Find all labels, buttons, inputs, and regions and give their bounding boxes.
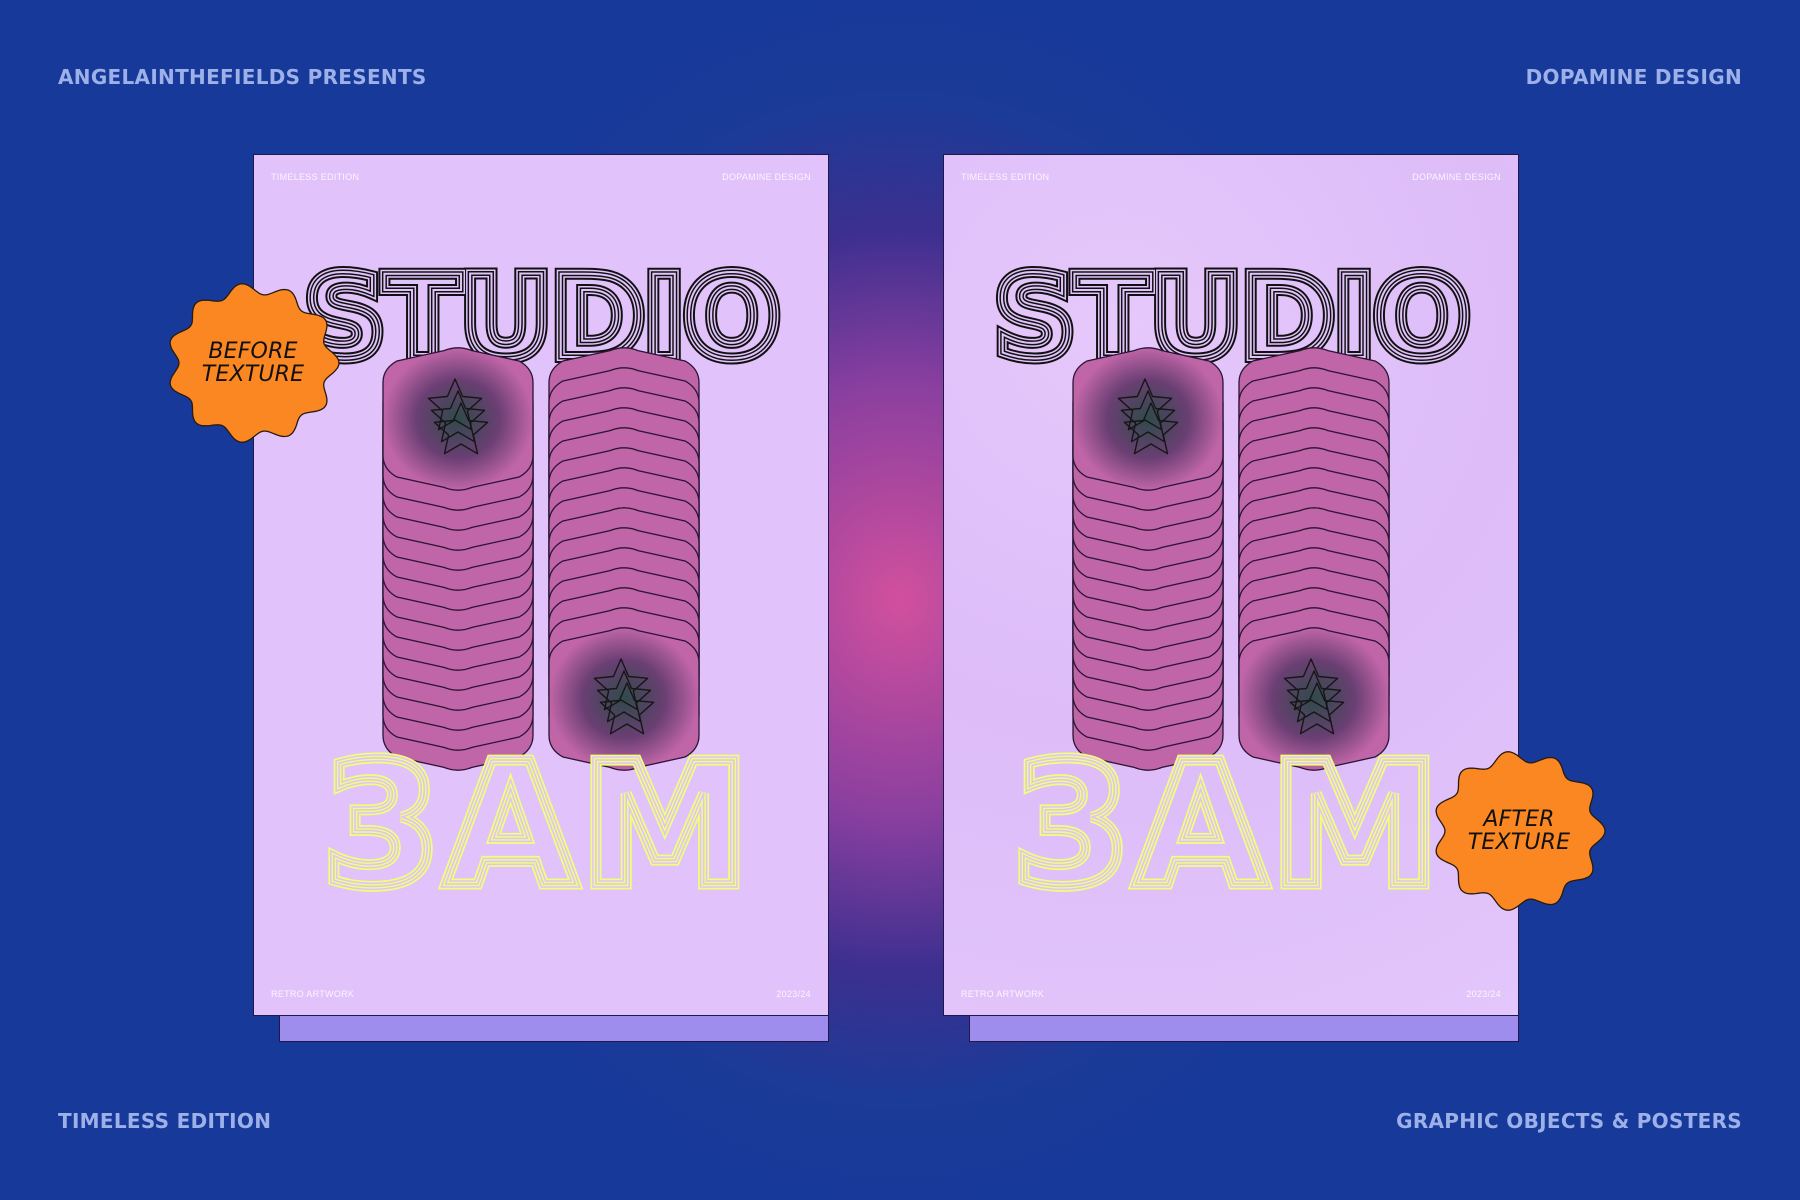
svg-text:3AM: 3AM [322, 727, 753, 925]
brand-label: DOPAMINE DESIGN [1525, 65, 1742, 89]
glowing-pill [382, 347, 534, 491]
before-texture-badge: BEFORE TEXTURE [163, 278, 343, 448]
edition-label: TIMELESS EDITION [58, 1109, 272, 1133]
svg-text:STUDIO: STUDIO [994, 251, 1468, 384]
after-texture-badge: AFTER TEXTURE [1429, 746, 1609, 916]
svg-text:STUDIO: STUDIO [304, 251, 778, 384]
glowing-pill [1072, 347, 1224, 491]
badge-line-2: TEXTURE [1467, 830, 1571, 855]
presenter-label: ANGELAINTHEFIELDS PRESENTS [58, 65, 427, 89]
badge-line-1: AFTER [1483, 807, 1555, 832]
badge-line-1: BEFORE [208, 339, 298, 364]
poster-year: 2023/24 [776, 989, 811, 999]
svg-text:3AM: 3AM [1012, 727, 1443, 925]
badge-line-2: TEXTURE [201, 362, 305, 387]
pill-stack-2 [1238, 347, 1390, 771]
poster-artwork-label: RETRO ARTWORK [961, 989, 1045, 999]
poster-year: 2023/24 [1466, 989, 1501, 999]
pill-stack-1 [1072, 347, 1224, 771]
pill-stack-2 [548, 347, 700, 771]
poster-artwork-label: RETRO ARTWORK [271, 989, 355, 999]
pill-stack-1 [382, 347, 534, 771]
category-label: GRAPHIC OBJECTS & POSTERS [1396, 1109, 1742, 1133]
